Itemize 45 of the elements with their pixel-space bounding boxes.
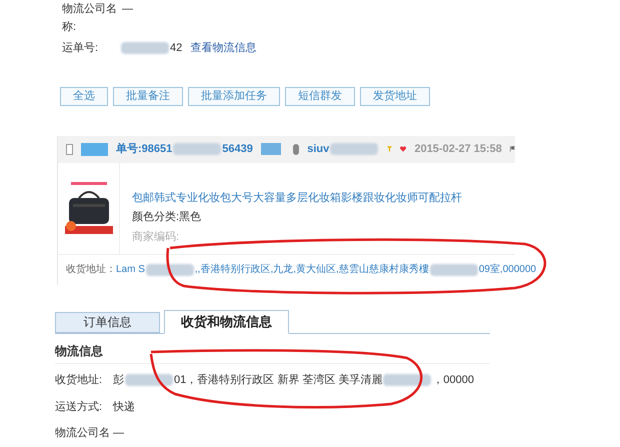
filter-icon[interactable]: [387, 144, 392, 154]
buyer-name: siuv: [307, 142, 330, 157]
tracking-link[interactable]: 查看物流信息: [190, 40, 256, 56]
waybill-number: 42: [170, 41, 182, 56]
redacted-blur: [125, 374, 173, 386]
section-heading: 物流信息: [55, 344, 103, 358]
merchant-code-label: 商家编码:: [132, 230, 180, 244]
field-value: 彭: [113, 373, 124, 388]
flag-icon[interactable]: [510, 144, 515, 154]
heart-icon: [400, 144, 406, 154]
field-label: 运单号:: [62, 41, 100, 56]
shop-badge: [81, 142, 108, 156]
tab[interactable]: 收货和物流信息: [164, 310, 289, 334]
address-text: Lam S: [116, 263, 145, 277]
redacted-blur: [383, 374, 432, 386]
product-title[interactable]: 包邮韩式专业化妆包大号大容量多层化妆箱影楼跟妆化妆师可配拉杆: [132, 190, 462, 206]
batch-button[interactable]: 批量添加任务: [188, 86, 280, 106]
order-tag: [260, 143, 282, 155]
batch-button[interactable]: 短信群发: [285, 86, 355, 106]
field-value: ，00000: [432, 373, 474, 388]
field-value: —: [113, 426, 124, 441]
order-date: 2015-02-27 15:58: [414, 142, 502, 157]
redacted-blur: [146, 264, 194, 276]
tab[interactable]: 订单信息: [55, 312, 160, 332]
redacted-blur: [121, 42, 169, 54]
batch-button[interactable]: 全选: [60, 86, 108, 106]
order-number: 单号:98651: [116, 142, 172, 157]
address-label: 收货地址：: [66, 262, 116, 277]
field-value: 01，香港特别行政区 新界 荃湾区 美孚清麗: [174, 372, 382, 388]
order-number: 56439: [222, 142, 253, 157]
address-text: ,,香港特别行政区,九龙,黄大仙区,慈雲山慈康村康秀樓: [194, 262, 429, 277]
field-label: 收货地址:: [55, 373, 104, 388]
redacted-blur: [430, 264, 478, 276]
field-value: 快递: [113, 400, 135, 414]
batch-button[interactable]: 发货地址: [360, 86, 430, 106]
redacted-blur: [173, 143, 222, 155]
product-spec: 颜色分类:黑色: [132, 210, 202, 225]
checkbox[interactable]: [66, 144, 74, 154]
field-label: 运送方式:: [55, 400, 104, 414]
batch-button[interactable]: 批量备注: [113, 86, 183, 106]
redacted-blur: [330, 143, 378, 155]
address-text: 09室,000000: [478, 262, 536, 277]
field-label: 物流公司名: [55, 426, 111, 441]
field-label: 物流公司名称:: [62, 2, 118, 35]
field-value: —: [122, 2, 133, 17]
